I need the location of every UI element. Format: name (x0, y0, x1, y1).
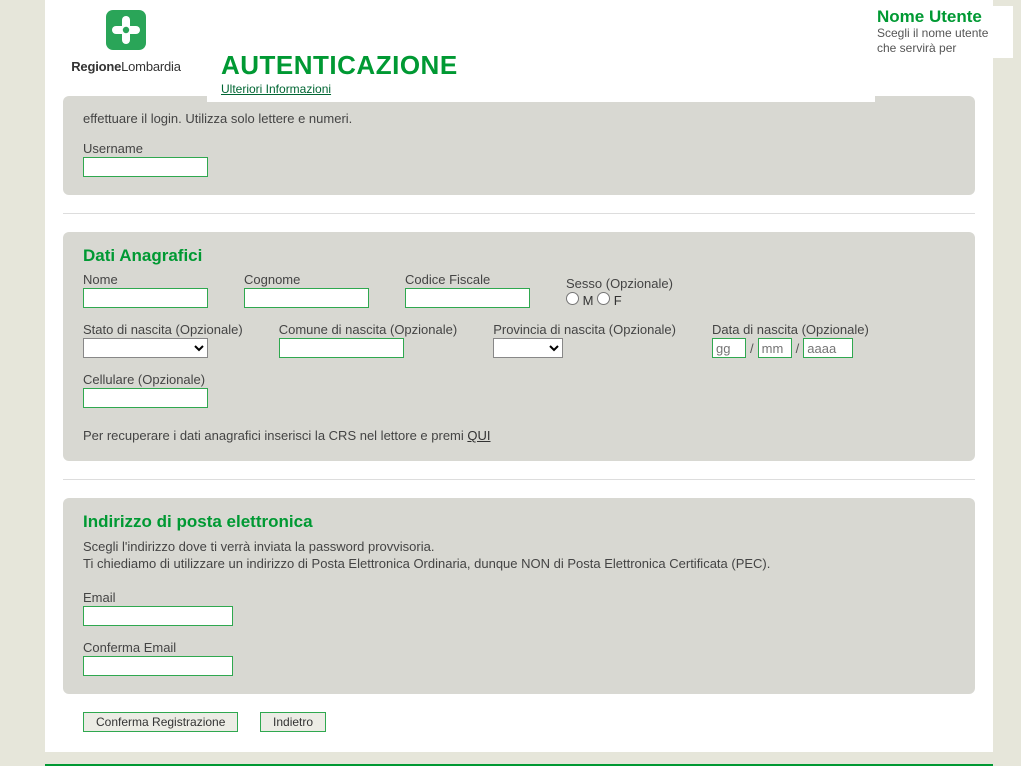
username-input[interactable] (83, 157, 208, 177)
provincia-select[interactable] (493, 338, 563, 358)
email-line1: Scegli l'indirizzo dove ti verrà inviata… (83, 538, 955, 555)
mm-input[interactable] (758, 338, 792, 358)
data-label: Data di nascita (Opzionale) (712, 322, 872, 337)
content: effettuare il login. Utilizza solo lette… (45, 0, 993, 752)
lombardia-logo-icon (104, 8, 148, 52)
nome-utente-desc-prefix: Scegli il nome utente che servirà per (873, 26, 1013, 56)
more-info-link[interactable]: Ulteriori Informazioni (221, 82, 331, 96)
sesso-f-radio[interactable] (597, 292, 610, 305)
email-line2: Ti chiediamo di utilizzare un indirizzo … (83, 555, 955, 572)
sesso-f-label: F (614, 293, 622, 308)
date-sep-1: / (750, 341, 754, 356)
username-intro: effettuare il login. Utilizza solo lette… (83, 110, 955, 127)
aaaa-input[interactable] (803, 338, 853, 358)
divider-2 (63, 479, 975, 480)
back-button[interactable]: Indietro (260, 712, 326, 732)
sesso-m-radio[interactable] (566, 292, 579, 305)
panel-anagrafici: Dati Anagrafici Nome Cognome Codice Fisc… (63, 232, 975, 461)
anagrafici-title: Dati Anagrafici (83, 246, 955, 266)
stato-select[interactable] (83, 338, 208, 358)
comune-input[interactable] (279, 338, 404, 358)
logo-card: RegioneLombardia (45, 0, 207, 96)
crs-line: Per recuperare i dati anagrafici inseris… (83, 428, 955, 443)
email-label: Email (83, 590, 955, 605)
title-card: AUTENTICAZIONE Ulteriori Informazioni (207, 40, 875, 102)
divider-1 (63, 213, 975, 214)
confirm-email-input[interactable] (83, 656, 233, 676)
panel-email: Indirizzo di posta elettronica Scegli l'… (63, 498, 975, 694)
cf-input[interactable] (405, 288, 530, 308)
email-title: Indirizzo di posta elettronica (83, 512, 955, 532)
nome-utente-box: Nome Utente Scegli il nome utente che se… (873, 6, 1013, 58)
cognome-input[interactable] (244, 288, 369, 308)
crs-prefix: Per recuperare i dati anagrafici inseris… (83, 428, 467, 443)
confirm-email-label: Conferma Email (83, 640, 955, 655)
panel-username: effettuare il login. Utilizza solo lette… (63, 96, 975, 195)
cognome-label: Cognome (244, 272, 369, 287)
username-label: Username (83, 141, 955, 156)
sesso-label: Sesso (Opzionale) (566, 276, 706, 291)
sesso-m-label: M (583, 293, 594, 308)
stato-label: Stato di nascita (Opzionale) (83, 322, 243, 337)
page-title: AUTENTICAZIONE (221, 50, 861, 81)
cell-label: Cellulare (Opzionale) (83, 372, 208, 387)
gg-input[interactable] (712, 338, 746, 358)
date-sep-2: / (796, 341, 800, 356)
button-row: Conferma Registrazione Indietro (63, 712, 975, 732)
brand-text: RegioneLombardia (45, 59, 207, 74)
provincia-label: Provincia di nascita (Opzionale) (493, 322, 676, 337)
crs-link[interactable]: QUI (467, 428, 490, 443)
cf-label: Codice Fiscale (405, 272, 530, 287)
cellulare-input[interactable] (83, 388, 208, 408)
comune-label: Comune di nascita (Opzionale) (279, 322, 457, 337)
confirm-registration-button[interactable]: Conferma Registrazione (83, 712, 238, 732)
nome-utente-title: Nome Utente (873, 6, 1013, 26)
nome-input[interactable] (83, 288, 208, 308)
nome-label: Nome (83, 272, 208, 287)
email-input[interactable] (83, 606, 233, 626)
